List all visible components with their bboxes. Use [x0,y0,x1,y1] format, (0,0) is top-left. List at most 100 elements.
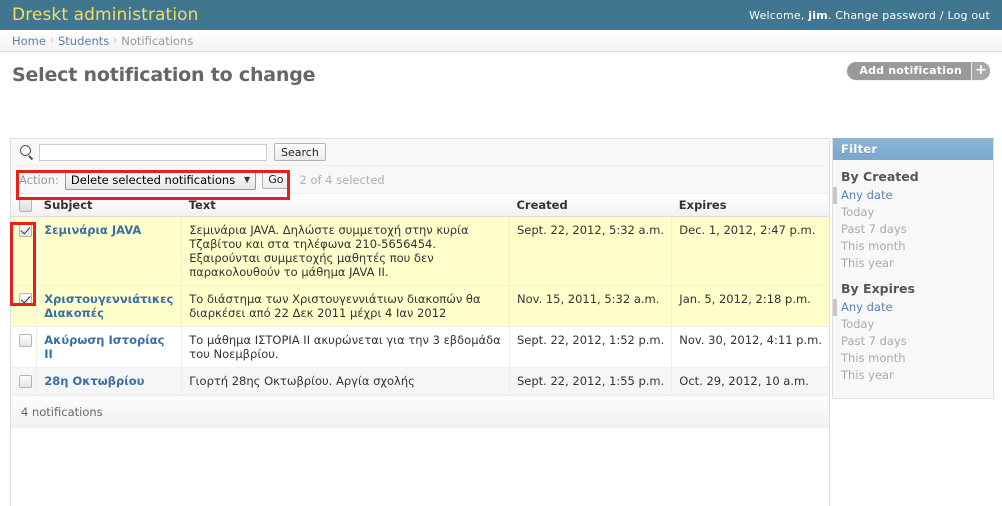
search-button[interactable]: Search [274,143,326,161]
filter-item-created-this-year[interactable]: This year [833,255,993,272]
select-all-header [11,194,37,217]
row-subject-link[interactable]: Χριστουγεννιάτικες Διακοπές [44,292,173,320]
filter-sidebar: Filter By Created Any date Today Past 7 … [832,138,994,399]
row-text-cell: Το μάθημα ΙΣΤΟΡΙΑ II ακυρώνεται για την … [181,326,510,368]
row-expires-cell: Oct. 29, 2012, 10 a.m. [671,367,829,395]
filter-link[interactable]: Today [841,317,874,331]
table-row[interactable]: Ακύρωση Ιστορίας II Το μάθημα ΙΣΤΟΡΙΑ II… [11,326,829,368]
filter-item-expires-this-month[interactable]: This month [833,350,993,367]
action-counter: 2 of 4 selected [299,172,385,187]
column-header-expires[interactable]: Expires [671,194,829,217]
action-select[interactable]: Delete selected notifications ▼ [64,169,257,190]
column-header-created[interactable]: Created [509,194,672,217]
filter-item-expires-any-date[interactable]: Any date [833,299,993,316]
row-text-cell: Το διάστημα των Χριστουγεννιάτιων διακοπ… [181,285,510,327]
add-notification-label: Add notification [859,64,962,77]
filter-link[interactable]: This year [841,256,894,270]
column-header-text[interactable]: Text [181,194,510,217]
row-expires-cell: Jan. 5, 2012, 2:18 p.m. [671,285,829,327]
filter-item-expires-today[interactable]: Today [833,316,993,333]
welcome-text: Welcome, [749,8,805,22]
table-row[interactable]: Χριστουγεννιάτικες Διακοπές Το διάστημα … [11,285,829,327]
filter-heading-created: By Created [841,169,919,184]
row-subject-link[interactable]: 28η Οκτωβρίου [44,374,144,388]
row-checkbox[interactable] [19,334,32,347]
search-icon [19,144,35,160]
filter-item-created-any-date[interactable]: Any date [833,187,993,204]
results-table-head: Subject Text Created Expires [11,194,829,217]
branding: Dreskt administration [12,5,199,25]
go-button[interactable]: Go [262,170,290,189]
filter-link[interactable]: This month [841,351,905,365]
site-header: Dreskt administration Welcome, jim. Chan… [0,0,1002,30]
user-tools: Welcome, jim. Change password / Log out [749,9,990,22]
filter-link[interactable]: Past 7 days [841,222,907,236]
action-label: Action: [19,172,59,187]
row-subject-link[interactable]: Ακύρωση Ιστορίας II [44,333,164,361]
filter-item-expires-this-year[interactable]: This year [833,367,993,384]
search-toolbar: Search [11,139,829,166]
row-checkbox[interactable] [19,375,32,388]
select-all-checkbox[interactable] [19,199,32,212]
row-checkbox[interactable] [19,293,32,306]
results-table: Subject Text Created Expires Σεμινάρια J… [11,194,829,395]
row-select-cell [11,367,38,395]
row-select-cell [11,285,38,327]
filter-item-created-today[interactable]: Today [833,204,993,221]
column-header-subject[interactable]: Subject [36,194,182,217]
username: jim [808,8,828,22]
welcome-period: . [827,8,832,22]
filter-link[interactable]: Any date [841,188,893,202]
filter-item-created-past-7-days[interactable]: Past 7 days [833,221,993,238]
table-header-row: Subject Text Created Expires [11,194,829,217]
row-created-cell: Nov. 15, 2011, 5:32 a.m. [509,285,673,327]
add-notification-button[interactable]: Add notification + [847,62,990,80]
chevron-down-icon: ▼ [244,175,251,184]
breadcrumb: Home › Students › Notifications [0,30,1002,52]
row-created-cell: Sept. 22, 2012, 1:52 p.m. [509,326,673,368]
results-table-body: Σεμινάρια JAVA Σεμινάρια JAVA. Δηλώστε σ… [11,216,829,395]
filter-list-expires: Any date Today Past 7 days This month Th… [833,299,993,384]
changelist: Search Action: Delete selected notificat… [10,138,830,506]
row-checkbox[interactable] [19,224,32,237]
breadcrumb-separator-2: › [113,35,118,46]
actions-bar: Action: Delete selected notifications ▼ … [11,166,829,194]
filter-link[interactable]: Today [841,205,874,219]
row-subject-link[interactable]: Σεμινάρια JAVA [44,223,141,237]
content-container: Add notification + Select notification t… [0,52,1002,506]
table-row[interactable]: Σεμινάρια JAVA Σεμινάρια JAVA. Δηλώστε σ… [11,216,829,286]
row-select-cell [11,326,38,368]
row-subject-cell: Ακύρωση Ιστορίας II [36,326,183,368]
breadcrumb-students[interactable]: Students [58,34,109,48]
row-created-cell: Sept. 22, 2012, 1:55 p.m. [509,367,673,395]
filter-link[interactable]: Any date [841,300,893,314]
filter-item-expires-past-7-days[interactable]: Past 7 days [833,333,993,350]
row-expires-cell: Nov. 30, 2012, 4:11 p.m. [671,326,829,368]
site-title: Dreskt administration [12,5,199,25]
breadcrumb-home[interactable]: Home [12,34,46,48]
filter-link[interactable]: This month [841,239,905,253]
row-created-cell: Sept. 22, 2012, 5:32 a.m. [509,216,673,286]
row-expires-cell: Dec. 1, 2012, 2:47 p.m. [671,216,829,286]
row-subject-cell: 28η Οκτωβρίου [36,367,183,395]
logout-link[interactable]: Log out [947,9,990,22]
change-password-link[interactable]: Change password [835,9,936,22]
row-text-cell: Σεμινάρια JAVA. Δηλώστε συμμετοχή στην κ… [181,216,510,286]
row-subject-cell: Σεμινάρια JAVA [36,216,183,286]
row-select-cell [11,216,38,286]
breadcrumb-notifications: Notifications [121,33,194,48]
filter-link[interactable]: Past 7 days [841,334,907,348]
search-input[interactable] [39,143,267,161]
row-subject-cell: Χριστουγεννιάτικες Διακοπές [36,285,183,327]
filter-heading-expires: By Expires [841,281,915,296]
filter-list-created: Any date Today Past 7 days This month Th… [833,187,993,272]
table-row[interactable]: 28η Οκτωβρίου Γιορτή 28ης Οκτωβρίου. Αργ… [11,367,829,395]
paginator: 4 notifications [11,395,829,428]
user-tools-separator: / [939,8,944,22]
object-tools: Add notification + [847,62,990,80]
filter-link[interactable]: This year [841,368,894,382]
filter-item-created-this-month[interactable]: This month [833,238,993,255]
action-select-value: Delete selected notifications [70,172,236,187]
plus-icon: + [971,62,990,80]
row-text-cell: Γιορτή 28ης Οκτωβρίου. Αργία σχολής [181,367,510,395]
